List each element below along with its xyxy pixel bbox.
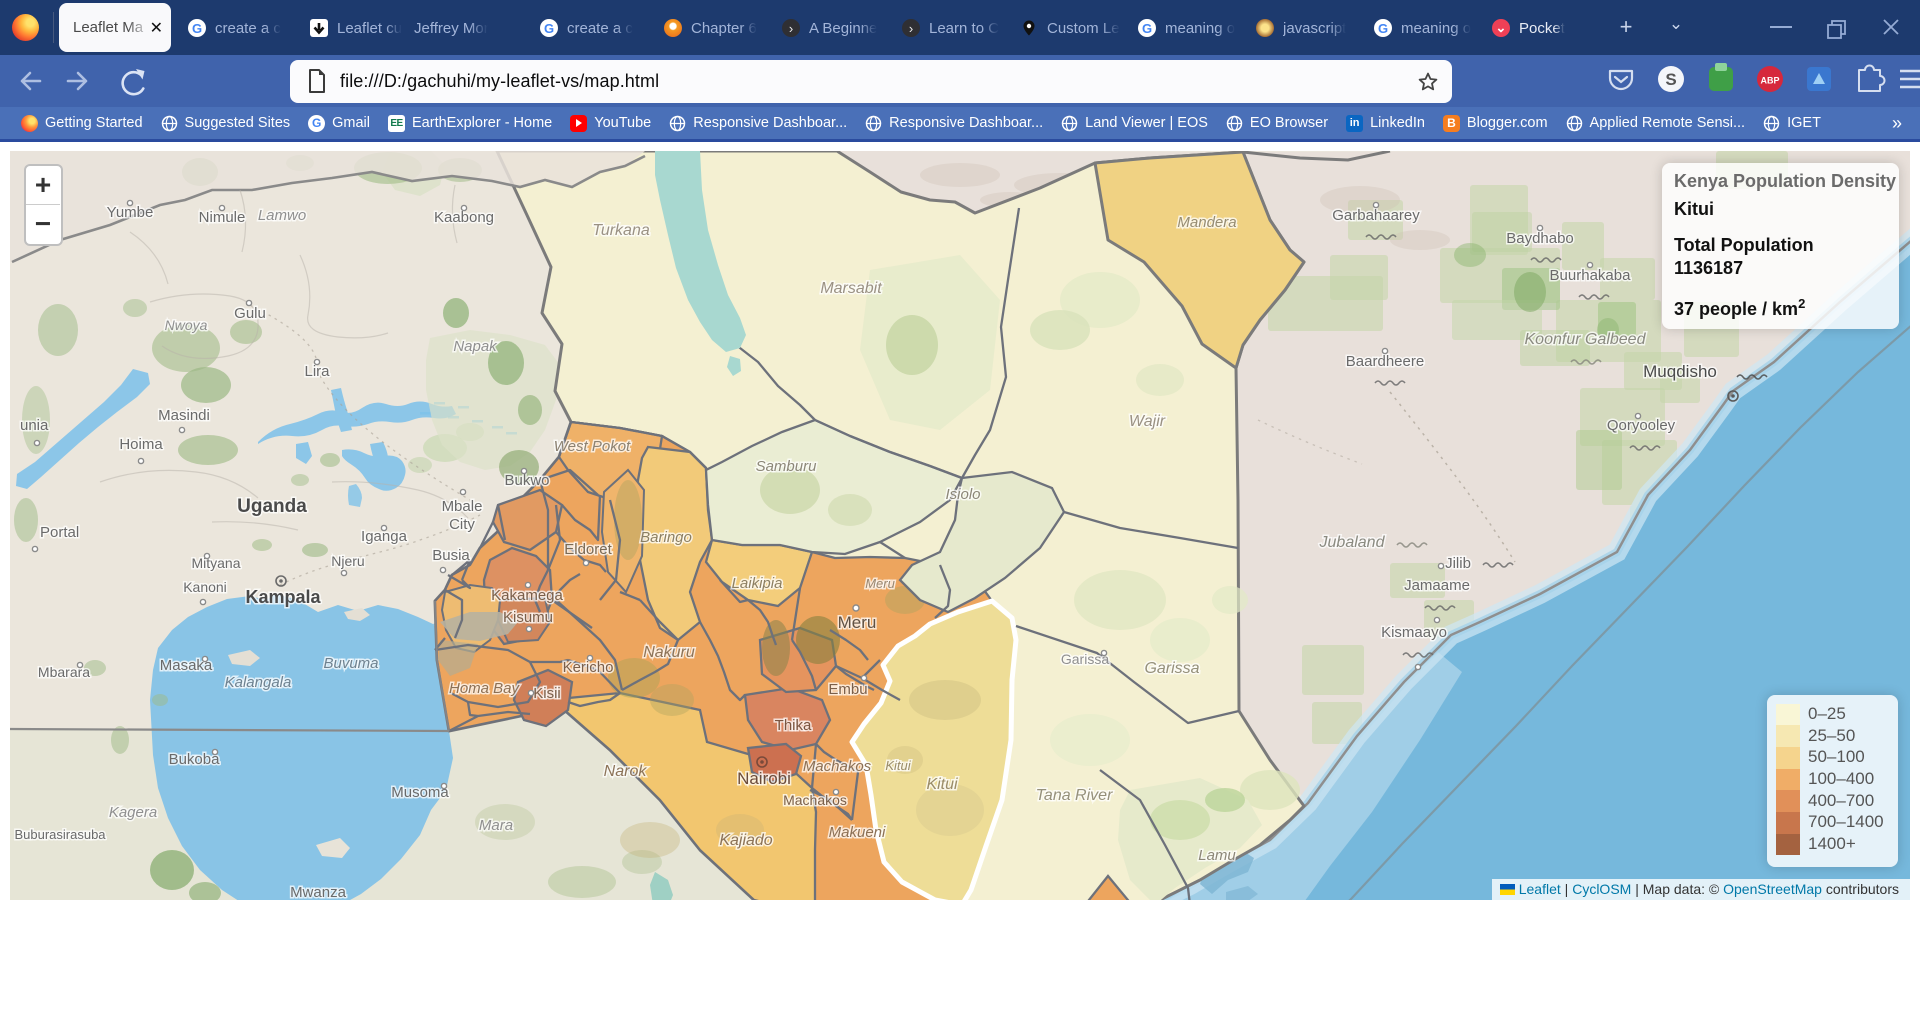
svg-text:ABP: ABP [1760, 76, 1779, 86]
svg-text:Homa Bay: Homa Bay [449, 680, 521, 697]
svg-text:Njeru: Njeru [331, 553, 364, 569]
svg-text:Meru: Meru [838, 613, 877, 632]
svg-text:Mbale: Mbale [442, 498, 483, 515]
svg-text:Garissa: Garissa [1144, 660, 1199, 677]
svg-text:Uganda: Uganda [237, 496, 307, 517]
svg-text:Makueni: Makueni [829, 824, 886, 841]
svg-text:Turkana: Turkana [592, 222, 650, 239]
svg-text:Narok: Narok [604, 763, 648, 780]
svg-text:Masindi: Masindi [158, 407, 210, 424]
svg-text:Kalangala: Kalangala [225, 674, 292, 691]
svg-text:Napak: Napak [453, 338, 498, 355]
svg-text:Buburasirasuba: Buburasirasuba [14, 827, 106, 842]
svg-text:Baringo: Baringo [640, 529, 692, 546]
svg-text:Kitui: Kitui [926, 776, 958, 793]
svg-text:Garbahaarey: Garbahaarey [1332, 207, 1420, 224]
svg-text:Mara: Mara [479, 817, 513, 834]
svg-text:S: S [1665, 70, 1676, 89]
svg-text:Samburu: Samburu [756, 458, 818, 475]
svg-text:Laikipia: Laikipia [732, 575, 783, 592]
svg-text:Nimule: Nimule [199, 209, 246, 226]
svg-text:Eldoret: Eldoret [564, 541, 612, 558]
svg-text:Meru: Meru [865, 576, 895, 591]
svg-text:West Pokot: West Pokot [554, 438, 631, 455]
svg-text:Kitui: Kitui [885, 758, 911, 773]
svg-text:Mandera: Mandera [1177, 214, 1236, 231]
svg-text:Lamu: Lamu [1198, 847, 1236, 864]
svg-text:Nwoya: Nwoya [165, 317, 208, 333]
svg-text:Kericho: Kericho [563, 659, 614, 676]
svg-text:Portal: Portal [40, 524, 79, 541]
svg-text:Kagera: Kagera [109, 804, 157, 821]
svg-text:Musoma: Musoma [391, 784, 449, 801]
svg-text:Lira: Lira [304, 363, 330, 380]
svg-text:Marsabit: Marsabit [820, 280, 882, 297]
svg-text:Mwanza: Mwanza [290, 884, 347, 900]
svg-text:Nairobi: Nairobi [737, 769, 791, 788]
svg-text:Kampala: Kampala [245, 587, 321, 607]
svg-text:Mityana: Mityana [191, 555, 240, 571]
svg-text:Buurhakaba: Buurhakaba [1550, 267, 1632, 284]
svg-text:Isiolo: Isiolo [945, 486, 980, 503]
svg-text:Gulu: Gulu [234, 305, 266, 322]
svg-text:Tana River: Tana River [1036, 787, 1113, 804]
svg-text:Kismaayo: Kismaayo [1381, 624, 1447, 641]
svg-text:Koonfur Galbeed: Koonfur Galbeed [1525, 331, 1647, 348]
svg-text:Jubaland: Jubaland [1319, 534, 1386, 551]
svg-text:Kakamega: Kakamega [491, 587, 563, 604]
svg-text:Wajir: Wajir [1129, 413, 1166, 430]
svg-text:Kisii: Kisii [533, 685, 561, 702]
svg-text:Hoima: Hoima [119, 436, 163, 453]
svg-text:Baydhabo: Baydhabo [1506, 230, 1574, 247]
svg-text:Lamwo: Lamwo [258, 207, 306, 224]
svg-text:Embu: Embu [828, 681, 867, 698]
svg-text:Kaabong: Kaabong [434, 209, 494, 226]
svg-text:Yumbe: Yumbe [107, 204, 154, 221]
svg-text:Nakuru: Nakuru [643, 644, 695, 661]
svg-text:Jamaame: Jamaame [1404, 577, 1470, 594]
svg-text:Jilib: Jilib [1445, 555, 1471, 572]
svg-text:Kajiado: Kajiado [719, 832, 772, 849]
svg-text:Muqdisho: Muqdisho [1643, 362, 1717, 381]
svg-text:Buvuma: Buvuma [323, 655, 378, 672]
svg-text:Baardheere: Baardheere [1346, 353, 1424, 370]
svg-text:Kisumu: Kisumu [503, 609, 553, 626]
svg-text:Busia: Busia [432, 547, 470, 564]
svg-text:Qoryooley: Qoryooley [1607, 417, 1676, 434]
svg-text:City: City [449, 516, 475, 533]
svg-text:Machakos: Machakos [803, 758, 872, 775]
svg-text:Thika: Thika [775, 717, 812, 734]
svg-text:Bukwo: Bukwo [504, 472, 549, 489]
svg-text:unia: unia [20, 417, 49, 434]
svg-text:Kanoni: Kanoni [183, 579, 227, 595]
